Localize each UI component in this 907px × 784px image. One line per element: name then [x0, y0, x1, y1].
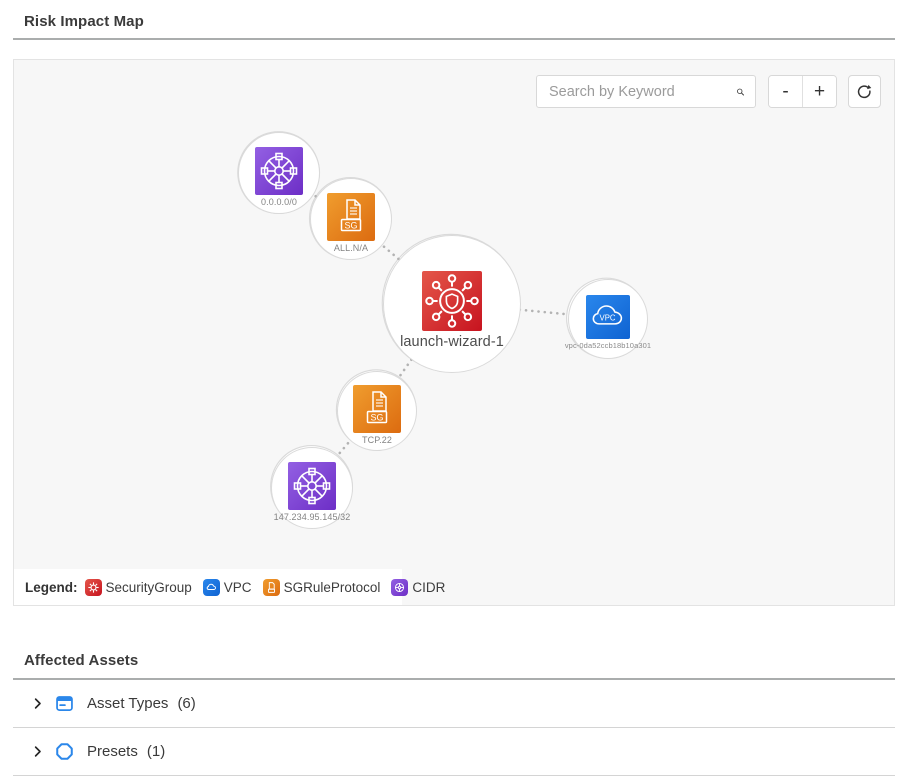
- legend-item-cidr: CIDR: [391, 579, 445, 596]
- legend-item-sgrule: SGRuleProtocol: [263, 579, 381, 596]
- page-header: Risk Impact Map: [13, 0, 895, 40]
- node-label: TCP.22: [307, 435, 447, 445]
- zoom-controls: - +: [768, 75, 837, 108]
- header-divider: [13, 38, 895, 40]
- affected-assets-title: Affected Assets: [13, 646, 895, 678]
- chevron-right-icon[interactable]: [30, 744, 45, 759]
- legend-label: SGRuleProtocol: [284, 580, 381, 595]
- chevron-right-icon[interactable]: [30, 696, 45, 711]
- search-icon[interactable]: [736, 83, 745, 101]
- sgrule-icon: [263, 579, 280, 596]
- refresh-button[interactable]: [848, 75, 881, 108]
- zoom-in-button[interactable]: +: [803, 76, 836, 107]
- sgrule-icon[interactable]: SG: [327, 193, 375, 241]
- svg-text:VPC: VPC: [600, 314, 616, 323]
- cidr-icon: [391, 579, 408, 596]
- node-label: vpc-0da52ccb18b10a301: [538, 341, 678, 350]
- vpc-icon[interactable]: VPC: [586, 295, 630, 339]
- node-label: 147.234.95.145/32: [242, 512, 382, 522]
- asset-row-label: Asset Types: [87, 695, 168, 712]
- search-box[interactable]: [536, 75, 756, 108]
- svg-text:SG: SG: [370, 413, 383, 423]
- page-title: Risk Impact Map: [13, 0, 895, 38]
- refresh-icon: [856, 83, 873, 100]
- zoom-out-button[interactable]: -: [769, 76, 802, 107]
- security-group-icon: [85, 579, 102, 596]
- asset-row-count: (6): [177, 695, 195, 712]
- cidr-icon[interactable]: [255, 147, 303, 195]
- legend-label: CIDR: [412, 580, 445, 595]
- asset-row-label: Presets: [87, 743, 138, 760]
- svg-text:SG: SG: [344, 221, 357, 231]
- legend-label: VPC: [224, 580, 252, 595]
- node-label: ALL.N/A: [281, 243, 421, 253]
- map-legend: Legend: SecurityGroup VPC: [14, 569, 402, 605]
- asset-types-icon: [54, 693, 75, 714]
- risk-impact-map-canvas[interactable]: 0.0.0.0/0 SG ALL.N/A launch-wizard-1: [13, 59, 895, 606]
- asset-row-asset-types[interactable]: Asset Types (6): [13, 680, 895, 728]
- legend-item-vpc: VPC: [203, 579, 252, 596]
- node-label: launch-wizard-1: [382, 334, 522, 350]
- map-toolbar: - +: [536, 75, 881, 108]
- security-group-icon[interactable]: [422, 271, 482, 331]
- legend-title: Legend:: [25, 580, 78, 595]
- sgrule-icon[interactable]: SG: [353, 385, 401, 433]
- asset-row-count: (1): [147, 743, 165, 760]
- vpc-icon: [203, 579, 220, 596]
- legend-item-security-group: SecurityGroup: [85, 579, 192, 596]
- presets-icon: [54, 741, 75, 762]
- legend-label: SecurityGroup: [106, 580, 192, 595]
- cidr-icon[interactable]: [288, 462, 336, 510]
- affected-assets-section: Affected Assets Asset Types (6): [13, 646, 895, 776]
- asset-row-presets[interactable]: Presets (1): [13, 728, 895, 776]
- search-input[interactable]: [549, 84, 736, 100]
